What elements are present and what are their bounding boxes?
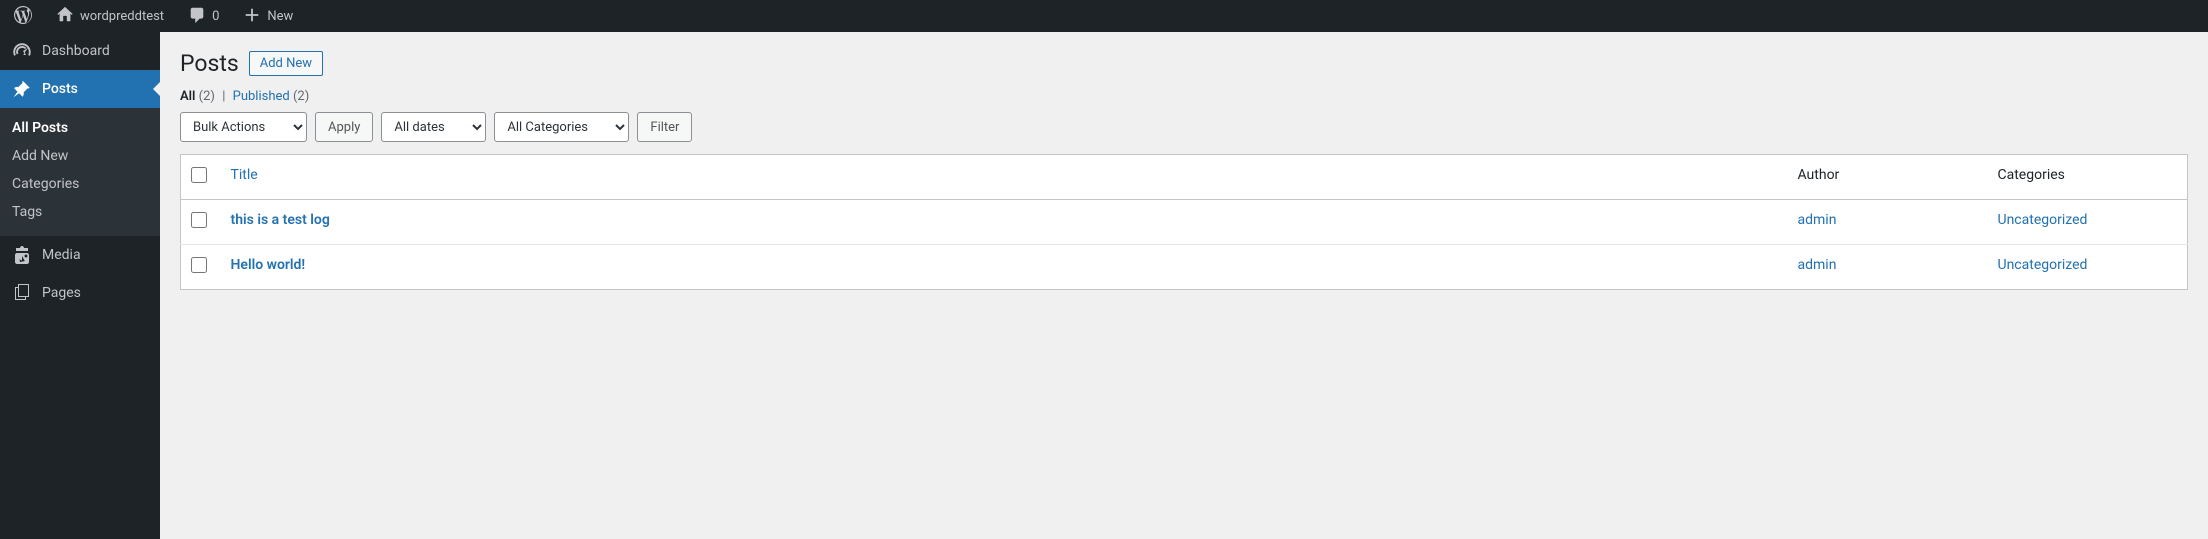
filter-published[interactable]: Published (2): [233, 89, 310, 104]
sidebar-item-pages[interactable]: Pages: [0, 274, 160, 312]
sidebar-item-dashboard[interactable]: Dashboard: [0, 32, 160, 70]
row-checkbox[interactable]: [191, 212, 207, 228]
status-filters: All (2) | Published (2): [180, 89, 2188, 104]
post-title-link[interactable]: this is a test log: [231, 212, 330, 228]
post-author-link[interactable]: admin: [1798, 212, 1837, 228]
pages-icon: [12, 283, 32, 303]
pin-icon: [12, 79, 32, 99]
new-content-link[interactable]: New: [237, 0, 299, 32]
filter-button[interactable]: Filter: [637, 112, 692, 142]
wordpress-icon: [14, 6, 32, 27]
table-row: Hello world! admin Uncategorized: [181, 245, 2188, 290]
plus-icon: [243, 6, 261, 27]
home-icon: [56, 6, 74, 27]
site-home-link[interactable]: wordpreddtest: [50, 0, 170, 32]
post-category-link[interactable]: Uncategorized: [1998, 257, 2088, 273]
row-checkbox[interactable]: [191, 257, 207, 273]
admin-bar: wordpreddtest 0 New: [0, 0, 2208, 32]
column-header-title[interactable]: Title: [221, 155, 1788, 200]
comment-icon: [188, 6, 206, 27]
post-title-link[interactable]: Hello world!: [231, 257, 306, 273]
sidebar-item-label: Posts: [42, 81, 78, 97]
filter-label: Published: [233, 89, 290, 104]
filter-count: (2): [293, 89, 309, 104]
new-label: New: [267, 9, 293, 24]
wp-logo-menu[interactable]: [8, 0, 38, 32]
dashboard-icon: [12, 41, 32, 61]
bulk-actions-select[interactable]: Bulk Actions: [180, 112, 307, 142]
column-header-categories: Categories: [1988, 155, 2188, 200]
sidebar-item-label: Pages: [42, 285, 81, 301]
sidebar-submenu-posts: All Posts Add New Categories Tags: [0, 108, 160, 236]
media-icon: [12, 245, 32, 265]
category-filter-select[interactable]: All Categories: [494, 112, 629, 142]
post-category-link[interactable]: Uncategorized: [1998, 212, 2088, 228]
sidebar-item-posts[interactable]: Posts: [0, 70, 160, 108]
sidebar-item-label: Media: [42, 247, 81, 263]
sidebar-subitem-add-new[interactable]: Add New: [0, 142, 160, 170]
page-title: Posts: [180, 50, 239, 77]
filter-count: (2): [199, 89, 215, 104]
add-new-button[interactable]: Add New: [249, 51, 323, 76]
posts-table: Title Author Categories this is a test l…: [180, 154, 2188, 290]
tablenav-top: Bulk Actions Apply All dates All Categor…: [180, 112, 2188, 142]
sidebar-subitem-all-posts[interactable]: All Posts: [0, 114, 160, 142]
filter-label: All: [180, 89, 195, 104]
column-header-author[interactable]: Author: [1788, 155, 1988, 200]
filter-all[interactable]: All (2): [180, 89, 218, 104]
apply-button[interactable]: Apply: [315, 112, 373, 142]
content-area: Posts Add New All (2) | Published (2) Bu…: [160, 32, 2208, 539]
comment-count: 0: [212, 9, 219, 24]
select-all-checkbox[interactable]: [191, 167, 207, 183]
table-row: this is a test log admin Uncategorized: [181, 200, 2188, 245]
date-filter-select[interactable]: All dates: [381, 112, 486, 142]
sidebar-item-media[interactable]: Media: [0, 236, 160, 274]
admin-menu: Dashboard Posts All Posts Add New Catego…: [0, 32, 160, 539]
post-author-link[interactable]: admin: [1798, 257, 1837, 273]
sidebar-item-label: Dashboard: [42, 43, 110, 59]
comments-link[interactable]: 0: [182, 0, 225, 32]
sidebar-subitem-categories[interactable]: Categories: [0, 170, 160, 198]
column-header-checkbox: [181, 155, 221, 200]
site-name: wordpreddtest: [80, 9, 164, 24]
sidebar-subitem-tags[interactable]: Tags: [0, 198, 160, 226]
